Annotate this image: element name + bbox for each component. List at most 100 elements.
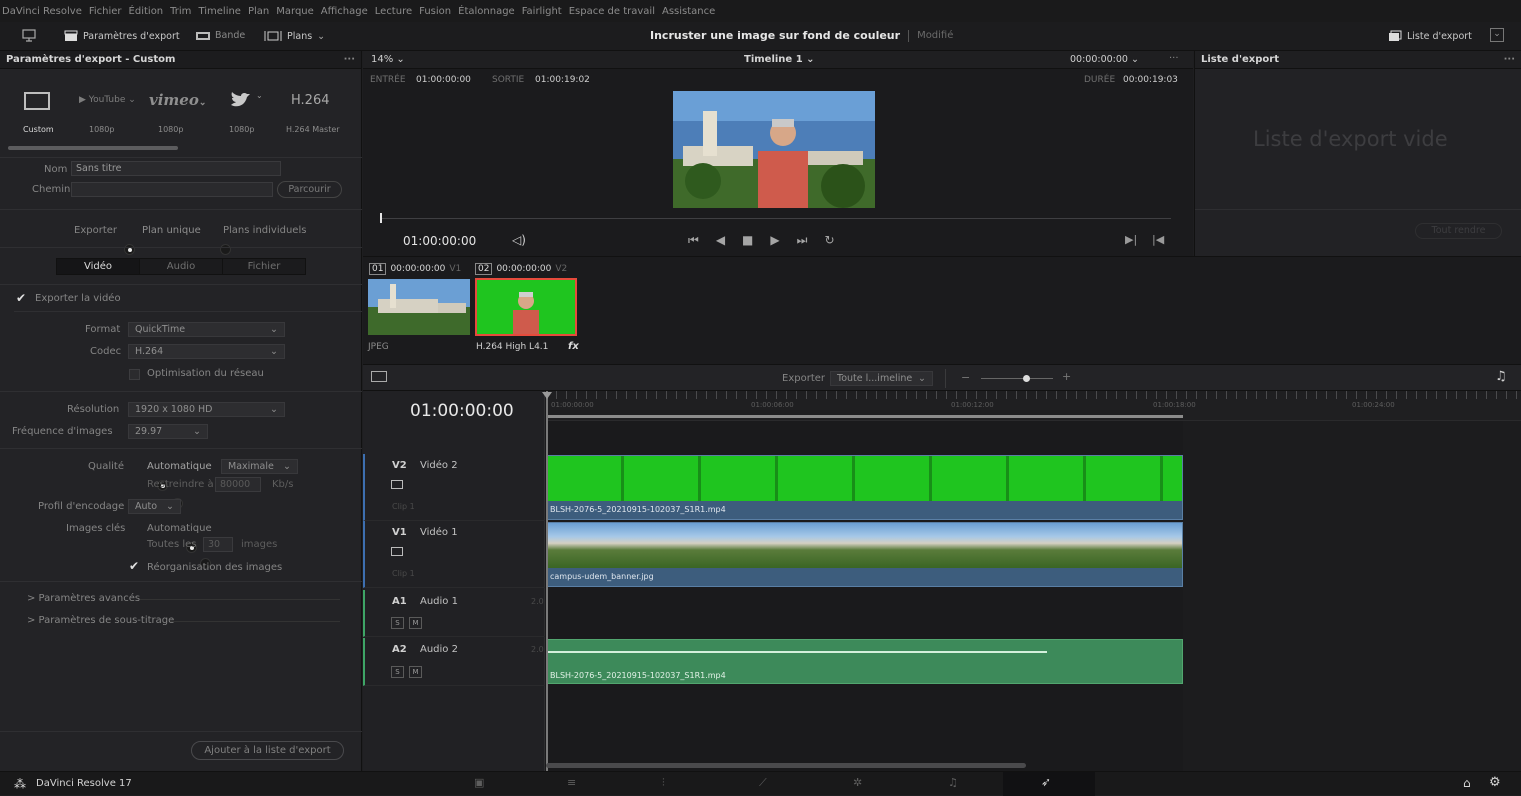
export-range-dropdown[interactable]: Toute l...imeline ⌄ (830, 371, 933, 386)
menu-trim[interactable]: Trim (170, 6, 191, 17)
solo-button[interactable]: S (391, 617, 404, 629)
path-field[interactable] (71, 182, 273, 197)
menu-espace-travail[interactable]: Espace de travail (569, 6, 655, 17)
subtitle-settings-toggle[interactable]: > Paramètres de sous-titrage (27, 615, 174, 626)
mute-button[interactable]: M (409, 666, 422, 678)
timeline-ruler[interactable]: 01:00:00:00 01:00:06:00 01:00:12:00 01:0… (546, 391, 1521, 421)
clip-strip-button[interactable]: Bande (196, 30, 245, 41)
color-page-icon[interactable]: ✲ (853, 776, 862, 789)
menu-assistance[interactable]: Assistance (662, 6, 715, 17)
deliver-page-tab[interactable]: ➶ (1003, 772, 1095, 796)
keyframes-field[interactable]: 30 (203, 537, 233, 552)
zoom-slider-handle[interactable] (1023, 375, 1030, 382)
mark-in-icon[interactable]: |◀ (1152, 233, 1164, 246)
quality-dropdown[interactable]: Maximale ⌄ (221, 459, 298, 474)
menu-timeline[interactable]: Timeline (198, 6, 241, 17)
volume-icon[interactable]: ◁) (512, 233, 526, 247)
preset-scrollbar[interactable] (8, 146, 178, 150)
clip-view-icon[interactable] (391, 547, 403, 556)
fusion-page-icon[interactable]: ⟋ (759, 776, 767, 790)
render-settings-button[interactable]: Paramètres d'export (64, 30, 180, 42)
format-dropdown[interactable]: QuickTime ⌄ (128, 322, 285, 337)
loop-icon[interactable]: ↻ (824, 233, 834, 248)
advanced-settings-toggle[interactable]: > Paramètres avancés (27, 593, 140, 604)
add-to-queue-button[interactable]: Ajouter à la liste d'export (191, 741, 344, 760)
clip-thumbnail-01[interactable] (368, 279, 470, 335)
name-field[interactable]: Sans titre (71, 161, 281, 176)
scrubber-track[interactable] (381, 218, 1171, 219)
more-options-icon[interactable]: ··· (1169, 53, 1179, 64)
menu-davinci[interactable]: DaVinci Resolve (2, 6, 82, 17)
mute-button[interactable]: M (409, 617, 422, 629)
edit-page-icon[interactable]: ⫶ (662, 776, 665, 790)
fairlight-page-icon[interactable]: ♫ (948, 776, 958, 789)
framerate-dropdown[interactable]: 29.97 ⌄ (128, 424, 208, 439)
menu-marque[interactable]: Marque (276, 6, 314, 17)
tab-audio[interactable]: Audio (140, 259, 223, 274)
youtube-icon[interactable]: ▶ YouTube ⌄ (79, 95, 136, 105)
menu-etalonnage[interactable]: Étalonnage (458, 6, 515, 17)
vimeo-icon[interactable]: vimeo⌄ (149, 91, 206, 109)
quality-label: Qualité (88, 461, 124, 472)
zoom-slider-track[interactable] (981, 378, 1053, 379)
music-note-icon[interactable]: ♫ (1495, 369, 1507, 384)
reorder-checkbox[interactable]: ✔ (129, 559, 139, 573)
single-clip-radio[interactable] (124, 244, 135, 255)
solo-button[interactable]: S (391, 666, 404, 678)
stop-icon[interactable]: ■ (742, 233, 753, 248)
render-all-button[interactable]: Tout rendre (1415, 223, 1502, 239)
more-options-icon[interactable]: ··· (344, 54, 355, 65)
individual-clips-radio[interactable] (220, 244, 232, 255)
timeline-view-icon[interactable] (371, 371, 387, 382)
menu-fichier[interactable]: Fichier (89, 6, 122, 17)
more-options-icon[interactable]: ··· (1504, 54, 1515, 65)
clip-view-icon[interactable] (391, 480, 403, 489)
clips-menu-button[interactable]: Plans ⌄ (264, 30, 325, 42)
menu-affichage[interactable]: Affichage (321, 6, 368, 17)
play-reverse-icon[interactable]: ◀ (716, 233, 725, 248)
network-opt-checkbox[interactable] (129, 369, 140, 380)
menu-fairlight[interactable]: Fairlight (522, 6, 562, 17)
custom-preset-icon[interactable] (24, 92, 50, 110)
monitor-icon[interactable] (22, 28, 36, 42)
media-page-icon[interactable]: ▣ (474, 776, 484, 789)
menu-plan[interactable]: Plan (248, 6, 269, 17)
go-to-end-icon[interactable]: ⏭ (797, 233, 808, 248)
zoom-dropdown[interactable]: 14% ⌄ (371, 54, 405, 65)
twitter-icon[interactable]: ⌄ (228, 89, 264, 114)
render-queue-button[interactable]: Liste d'export (1388, 30, 1472, 42)
h264-preset-icon[interactable]: H.264 (291, 93, 330, 108)
browse-button[interactable]: Parcourir (277, 181, 342, 198)
home-icon[interactable]: ⌂ (1463, 776, 1471, 790)
timecode-dropdown[interactable]: 00:00:00:00 ⌄ (1070, 54, 1139, 65)
timeline-clip-v1[interactable]: campus-udem_banner.jpg (546, 522, 1183, 587)
resolution-dropdown[interactable]: 1920 x 1080 HD ⌄ (128, 402, 285, 417)
gear-icon[interactable]: ⚙ (1489, 775, 1501, 790)
export-video-checkbox[interactable]: ✔ (16, 291, 26, 305)
clip-02-header: 02 00:00:00:00 V2 (475, 263, 567, 275)
timeline-dropdown[interactable]: Timeline 1 ⌄ (744, 54, 815, 65)
menu-lecture[interactable]: Lecture (375, 6, 412, 17)
timeline-clip-v2[interactable]: BLSH-2076-5_20210915-102037_S1R1.mp4 (546, 455, 1183, 520)
mark-out-icon[interactable]: ▶| (1125, 233, 1137, 246)
timeline-clip-a2[interactable]: BLSH-2076-5_20210915-102037_S1R1.mp4 (546, 639, 1183, 684)
tab-file[interactable]: Fichier (223, 259, 305, 274)
zoom-in-icon[interactable]: + (1062, 370, 1071, 383)
expand-panel-icon[interactable]: ⌄ (1490, 28, 1504, 42)
clip-thumbnail-02[interactable] (475, 278, 577, 336)
tab-video[interactable]: Vidéo (57, 259, 140, 274)
toolbar: Paramètres d'export Bande Plans ⌄ Incrus… (0, 22, 1521, 51)
scrubber-playhead[interactable] (380, 213, 382, 223)
menu-fusion[interactable]: Fusion (419, 6, 451, 17)
timeline-playhead[interactable] (546, 391, 548, 771)
cut-page-icon[interactable]: ≡ (567, 776, 576, 789)
timeline-scrollbar[interactable] (546, 763, 1026, 768)
go-to-start-icon[interactable]: ⏮ (688, 233, 699, 248)
play-icon[interactable]: ▶ (770, 233, 779, 248)
restrict-field[interactable]: 80000 (215, 477, 261, 492)
codec-dropdown[interactable]: H.264 ⌄ (128, 344, 285, 359)
zoom-out-icon[interactable]: − (961, 371, 970, 384)
encoding-dropdown[interactable]: Auto ⌄ (128, 499, 181, 514)
playhead-handle[interactable] (542, 392, 552, 399)
menu-edition[interactable]: Édition (129, 6, 164, 17)
